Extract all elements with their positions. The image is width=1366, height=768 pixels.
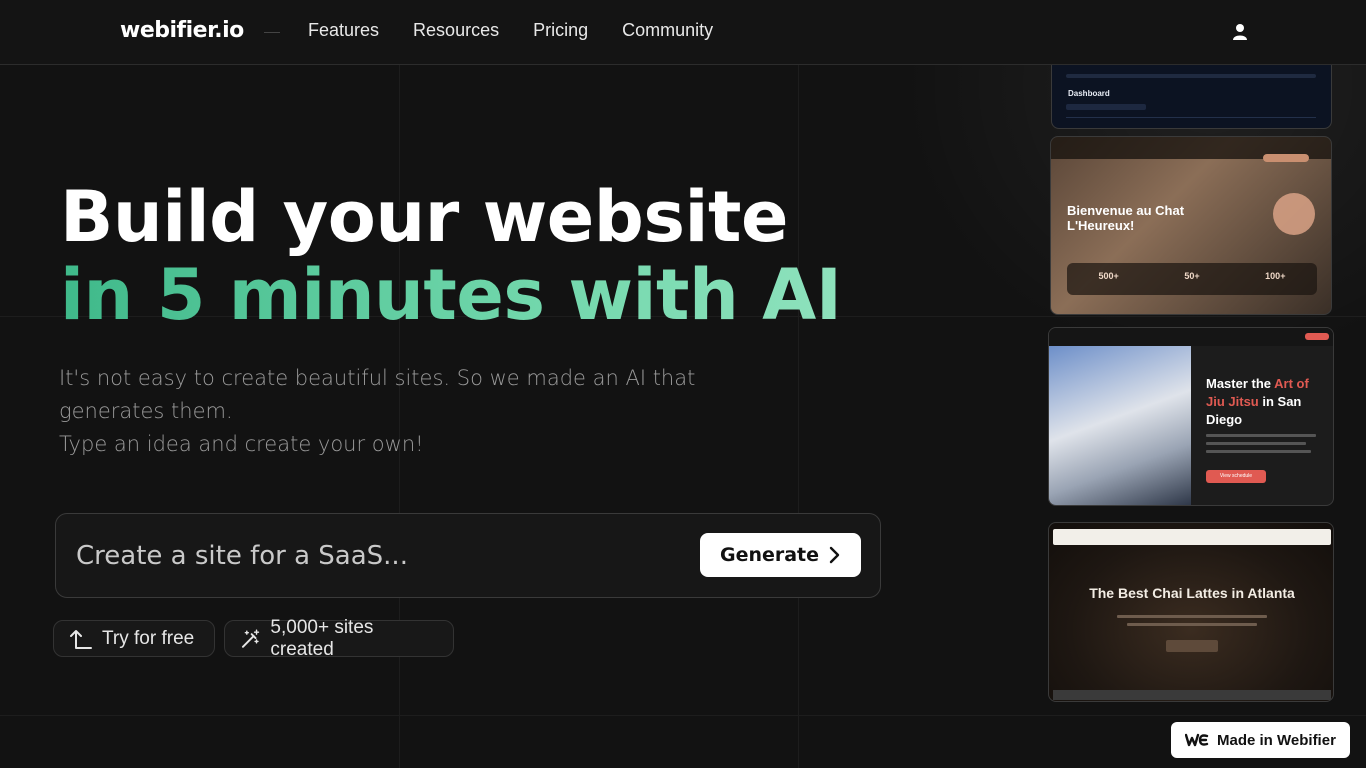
chai-preview-text-line xyxy=(1127,623,1257,626)
main-nav: Features Resources Pricing Community xyxy=(308,20,713,41)
hero-title-line1: Build your website xyxy=(60,176,788,258)
chat-stat-1: 500+ xyxy=(1098,271,1119,281)
chat-preview-cta xyxy=(1263,154,1309,162)
chai-preview-title: The Best Chai Lattes in Atlanta xyxy=(1089,585,1295,601)
made-in-webifier-label: Made in Webifier xyxy=(1217,731,1336,749)
jiujitsu-preview-title: Master the Art of Jiu Jitsu in San Diego xyxy=(1206,375,1326,429)
generate-button-label: Generate xyxy=(719,544,820,566)
jiujitsu-preview-cta: View schedule xyxy=(1206,470,1266,483)
hero-title-line2: in 5 minutes with AI xyxy=(60,256,960,334)
logo-separator xyxy=(264,32,280,33)
preview-chat[interactable]: Bienvenue au Chat L'Heureux! 500+ 50+ 10… xyxy=(1050,136,1332,315)
preview-chai[interactable]: The Best Chai Lattes in Atlanta xyxy=(1048,522,1334,702)
chat-preview-badge xyxy=(1273,193,1315,235)
chai-preview-text-line xyxy=(1117,615,1267,618)
chai-preview-bottom-bar xyxy=(1053,690,1331,700)
logo[interactable]: webifier.io xyxy=(120,18,244,43)
dashboard-preview-tabs xyxy=(1066,104,1146,110)
dashboard-preview-nav xyxy=(1066,74,1316,78)
jiujitsu-preview-text-line xyxy=(1206,434,1316,437)
chat-stat-2: 50+ xyxy=(1184,271,1200,281)
chai-preview-topbar xyxy=(1053,529,1331,545)
prompt-box: Generate xyxy=(55,513,881,598)
nav-community[interactable]: Community xyxy=(622,20,713,41)
magic-wand-icon xyxy=(241,629,260,648)
dashboard-preview-title: Dashboard xyxy=(1068,89,1110,98)
chai-preview-cta xyxy=(1166,640,1218,652)
try-for-free-chip[interactable]: Try for free xyxy=(53,620,215,657)
jiujitsu-preview-topbar xyxy=(1049,328,1333,346)
nav-features[interactable]: Features xyxy=(308,20,379,41)
chat-stat-3: 100+ xyxy=(1265,271,1286,281)
prompt-input[interactable] xyxy=(76,536,676,576)
nav-resources[interactable]: Resources xyxy=(413,20,499,41)
jiujitsu-title-pre: Master the xyxy=(1206,376,1275,391)
hero-title: Build your website in 5 minutes with AI xyxy=(60,178,960,334)
sites-created-chip: 5,000+ sites created xyxy=(224,617,454,660)
generate-button[interactable]: Generate xyxy=(700,533,861,577)
chat-preview-title: Bienvenue au Chat L'Heureux! xyxy=(1067,203,1185,233)
hero-subtitle-line1: It's not easy to create beautiful sites.… xyxy=(59,366,696,423)
try-for-free-label: Try for free xyxy=(102,627,195,649)
nav-pricing[interactable]: Pricing xyxy=(533,20,588,41)
jiujitsu-preview-text-line xyxy=(1206,442,1306,445)
site-header: webifier.io Features Resources Pricing C… xyxy=(0,0,1366,65)
jiujitsu-preview-text-line xyxy=(1206,450,1311,453)
hero-subtitle: It's not easy to create beautiful sites.… xyxy=(59,362,799,461)
arrow-up-left-icon xyxy=(70,629,92,649)
user-icon xyxy=(1233,24,1247,40)
dashboard-preview-divider xyxy=(1066,117,1316,118)
chat-preview-stats: 500+ 50+ 100+ xyxy=(1067,263,1317,295)
jiujitsu-preview-topbar-cta xyxy=(1305,333,1329,340)
preview-dashboard[interactable]: Dashboard xyxy=(1051,58,1332,129)
sites-created-label: 5,000+ sites created xyxy=(270,616,374,660)
preview-jiujitsu[interactable]: Master the Art of Jiu Jitsu in San Diego… xyxy=(1048,327,1334,506)
user-account-button[interactable] xyxy=(1228,20,1252,44)
webifier-logo-icon xyxy=(1185,733,1209,747)
jiujitsu-preview-photo xyxy=(1049,346,1191,505)
hero-subtitle-line2: Type an idea and create your own! xyxy=(59,432,424,456)
chevron-right-icon xyxy=(829,546,840,564)
made-in-webifier-badge[interactable]: Made in Webifier xyxy=(1171,722,1350,758)
